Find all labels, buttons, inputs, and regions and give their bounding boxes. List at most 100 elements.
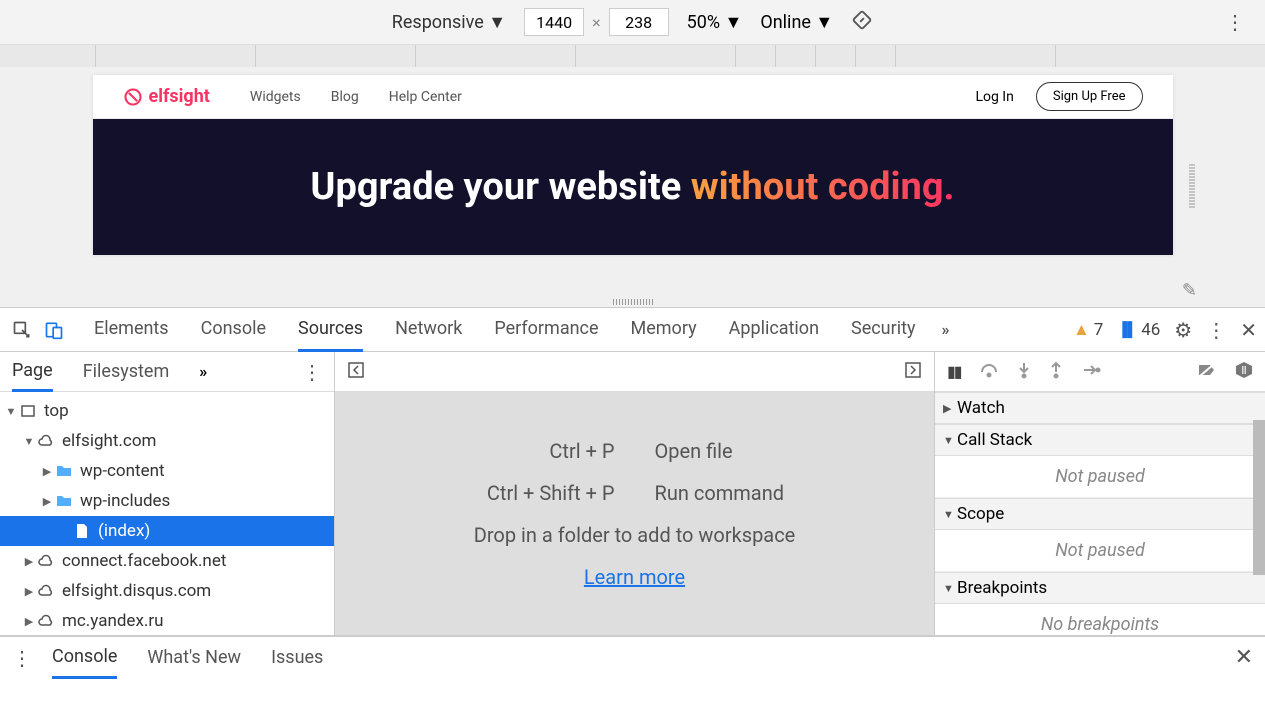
zoom-dropdown[interactable]: 50% ▼ (687, 12, 743, 33)
devtools-more-icon[interactable]: ⋮ (1206, 318, 1226, 342)
tab-memory[interactable]: Memory (631, 308, 697, 352)
tree-domain[interactable]: ▼elfsight.com (0, 426, 334, 456)
section-label: Watch (957, 398, 1005, 418)
tabs-overflow-icon[interactable]: » (941, 320, 949, 339)
devtools-tabbar: Elements Console Sources Network Perform… (0, 308, 1265, 352)
drawer-tab-whatsnew[interactable]: What's New (147, 638, 241, 677)
section-scope[interactable]: ▼Scope (935, 498, 1265, 530)
shortcut-open-file: Ctrl + P Open file (455, 439, 815, 463)
tree-domain-disqus[interactable]: ▶elfsight.disqus.com (0, 576, 334, 606)
scope-empty: Not paused (935, 530, 1265, 572)
edit-handle-icon[interactable]: ✎ (1182, 280, 1197, 301)
tab-network[interactable]: Network (395, 308, 462, 352)
tab-performance[interactable]: Performance (494, 308, 598, 352)
folder-icon (54, 461, 74, 481)
hero-headline: Upgrade your website without coding. (310, 165, 954, 209)
drawer-tab-issues[interactable]: Issues (271, 638, 323, 677)
device-more-icon[interactable]: ⋮ (1225, 10, 1245, 34)
pause-on-exceptions-icon[interactable] (1235, 361, 1253, 383)
signup-button[interactable]: Sign Up Free (1036, 82, 1143, 111)
drawer-tabbar: ⋮ Console What's New Issues ✕ (0, 636, 1265, 678)
login-link[interactable]: Log In (975, 89, 1013, 105)
rotate-icon[interactable] (851, 9, 873, 35)
hero-section: Upgrade your website without coding. (93, 119, 1173, 255)
step-over-icon[interactable] (979, 362, 999, 382)
messages-badge[interactable]: ▐▌46 (1117, 320, 1160, 340)
tab-application[interactable]: Application (729, 308, 819, 352)
step-out-icon[interactable] (1049, 361, 1063, 383)
site-nav: Widgets Blog Help Center (250, 89, 462, 105)
drawer-tab-console[interactable]: Console (52, 637, 117, 679)
device-mode-dropdown[interactable]: Responsive ▼ (392, 12, 506, 33)
collapse-left-icon[interactable] (347, 361, 365, 383)
learn-more-link[interactable]: Learn more (584, 565, 685, 589)
debug-sections: ▶Watch ▼Call Stack Not paused ▼Scope Not… (935, 392, 1265, 635)
devtools-right: ▲7 ▐▌46 ⚙ ⋮ ✕ (1073, 318, 1257, 342)
warning-icon: ▲ (1073, 320, 1090, 340)
preview-frame[interactable]: elfsight Widgets Blog Help Center Log In… (93, 75, 1173, 255)
step-icon[interactable] (1081, 362, 1101, 381)
dimension-separator: × (592, 13, 601, 32)
shortcut-key: Ctrl + Shift + P (455, 481, 615, 505)
preview-area: elfsight Widgets Blog Help Center Log In… (0, 67, 1265, 307)
throttle-label: Online (760, 12, 811, 33)
tree-top[interactable]: ▼top (0, 396, 334, 426)
tab-security[interactable]: Security (851, 308, 915, 352)
device-toggle-icon[interactable] (40, 316, 68, 344)
nav-tab-filesystem[interactable]: Filesystem (83, 353, 170, 390)
resize-handle-vertical[interactable] (1189, 165, 1195, 210)
section-label: Call Stack (957, 430, 1032, 450)
site-logo[interactable]: elfsight (123, 86, 210, 107)
cloud-icon (36, 551, 56, 571)
resize-handle-horizontal[interactable] (613, 299, 653, 305)
brand-text: elfsight (149, 86, 210, 107)
warnings-badge[interactable]: ▲7 (1073, 320, 1103, 340)
section-breakpoints[interactable]: ▼Breakpoints (935, 572, 1265, 604)
navigator-tabs: Page Filesystem » ⋮ (0, 352, 334, 392)
folder-icon (54, 491, 74, 511)
debug-toolbar: ▮▮ (935, 352, 1265, 392)
tree-folder-wp-includes[interactable]: ▶wp-includes (0, 486, 334, 516)
tab-console[interactable]: Console (201, 308, 266, 352)
editor-toolbar (335, 352, 934, 392)
tab-sources[interactable]: Sources (298, 308, 363, 352)
section-watch[interactable]: ▶Watch (935, 392, 1265, 424)
throttle-dropdown[interactable]: Online ▼ (760, 12, 833, 33)
scrollbar-thumb[interactable] (1253, 420, 1265, 575)
tree-domain-facebook[interactable]: ▶connect.facebook.net (0, 546, 334, 576)
domain-label: mc.yandex.ru (62, 611, 164, 631)
nav-help[interactable]: Help Center (389, 89, 462, 105)
step-into-icon[interactable] (1017, 361, 1031, 383)
nav-tab-page[interactable]: Page (12, 352, 53, 392)
tree-folder-wp-content[interactable]: ▶wp-content (0, 456, 334, 486)
inspect-icon[interactable] (8, 316, 36, 344)
message-icon: ▐▌ (1117, 321, 1137, 338)
shortcut-desc: Open file (655, 439, 815, 463)
collapse-right-icon[interactable] (904, 361, 922, 383)
zoom-label: 50% (687, 12, 720, 33)
height-input[interactable] (609, 8, 669, 36)
site-header-right: Log In Sign Up Free (975, 82, 1142, 111)
nav-blog[interactable]: Blog (331, 89, 359, 105)
nav-tabs-overflow-icon[interactable]: » (199, 362, 207, 381)
debugger-pane: ▮▮ ▶Watch ▼Call Stack Not paused ▼Scope … (935, 352, 1265, 635)
devtools-close-icon[interactable]: ✕ (1240, 318, 1257, 342)
pause-icon[interactable]: ▮▮ (947, 362, 961, 381)
tree-file-index[interactable]: (index) (0, 516, 334, 546)
drawer-more-icon[interactable]: ⋮ (12, 646, 32, 670)
nav-more-icon[interactable]: ⋮ (302, 360, 322, 384)
width-input[interactable] (524, 8, 584, 36)
section-callstack[interactable]: ▼Call Stack (935, 424, 1265, 456)
cloud-icon (36, 611, 56, 631)
settings-icon[interactable]: ⚙ (1174, 318, 1192, 342)
drawer-close-icon[interactable]: ✕ (1235, 645, 1253, 670)
tree-domain-yandex[interactable]: ▶mc.yandex.ru (0, 606, 334, 635)
shortcut-key: Ctrl + P (455, 439, 615, 463)
nav-widgets[interactable]: Widgets (250, 89, 301, 105)
section-label: Scope (957, 504, 1004, 524)
editor-placeholder: Ctrl + P Open file Ctrl + Shift + P Run … (335, 392, 934, 635)
tab-elements[interactable]: Elements (94, 308, 169, 352)
breakpoints-empty: No breakpoints (935, 604, 1265, 635)
cloud-icon (36, 581, 56, 601)
deactivate-breakpoints-icon[interactable] (1197, 362, 1217, 382)
